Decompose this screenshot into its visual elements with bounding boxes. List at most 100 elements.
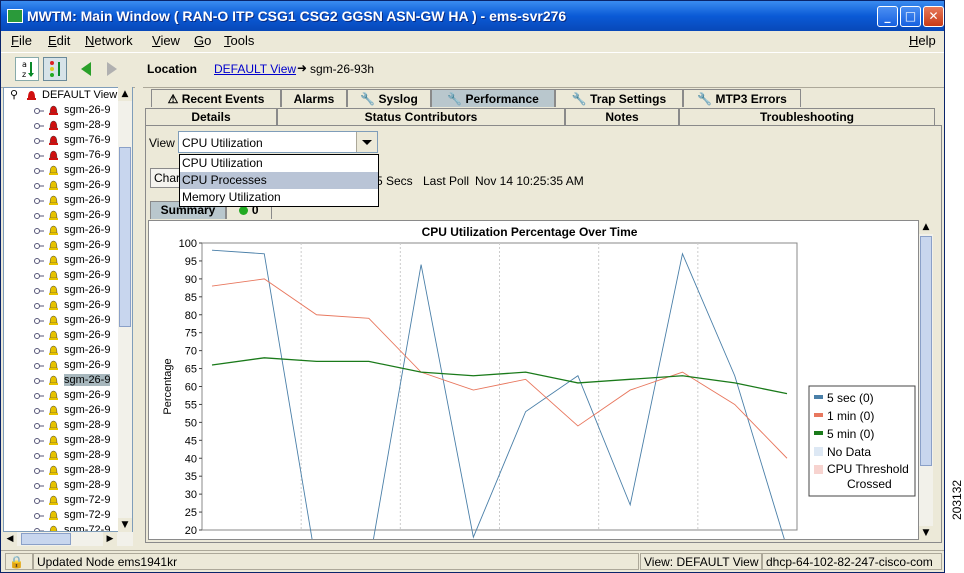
location-link[interactable]: DEFAULT View (214, 62, 296, 76)
tree-item[interactable]: sgm-26-9 (4, 343, 124, 358)
y-tick-label: 80 (185, 310, 197, 322)
tree-item[interactable]: sgm-26-9 (4, 328, 124, 343)
tab-trap-settings[interactable]: 🔧 Trap Settings (555, 89, 683, 107)
option-memory-utilization[interactable]: Memory Utilization (180, 189, 378, 206)
tree-item[interactable]: sgm-26-9 (4, 238, 124, 253)
menu-go[interactable]: Go (194, 33, 211, 48)
tree-item[interactable]: sgm-28-9 (4, 118, 124, 133)
tab-mtp3-errors[interactable]: 🔧 MTP3 Errors (683, 89, 801, 107)
tree-item[interactable]: sgm-72-9 (4, 508, 124, 523)
expand-icon[interactable]: ⚲ (10, 88, 18, 101)
node-connector-icon (34, 391, 44, 399)
node-tree[interactable]: ⚲ DEFAULT View sgm-26-9 sgm-28-9 sgm-76-9 s… (3, 87, 133, 532)
tree-item[interactable]: sgm-26-9 (4, 163, 124, 178)
chart-vertical-scrollbar[interactable]: ▲ ▼ (919, 220, 933, 540)
tree-item[interactable]: sgm-26-9 (4, 103, 124, 118)
tree-item[interactable]: sgm-28-9 (4, 463, 124, 478)
tab-syslog[interactable]: 🔧 Syslog (347, 89, 431, 107)
tab-recent-events[interactable]: ⚠ Recent Events (151, 89, 281, 107)
tree-item[interactable]: sgm-26-9 (4, 403, 124, 418)
tab-notes[interactable]: Notes (565, 108, 679, 125)
tree-item-label: sgm-26-9 (64, 224, 111, 236)
menu-edit[interactable]: Edit (48, 33, 70, 48)
y-tick-label: 55 (185, 399, 197, 411)
tree-item[interactable]: sgm-26-9 (4, 208, 124, 223)
tree-root[interactable]: ⚲ DEFAULT View (4, 88, 124, 103)
legend-swatch (814, 447, 823, 456)
pane-splitter[interactable] (135, 87, 143, 547)
status-bar: 🔒 Updated Node ems1941kr View: DEFAULT V… (1, 550, 944, 572)
tree-item-label: sgm-26-9 (64, 284, 111, 296)
scroll-up-icon[interactable]: ▲ (118, 87, 132, 101)
menu-help[interactable]: Help (909, 33, 936, 48)
yellow-alarm-bell-icon (48, 389, 59, 401)
tree-item[interactable]: sgm-28-9 (4, 448, 124, 463)
tab-details[interactable]: Details (145, 108, 277, 125)
tree-item[interactable]: sgm-72-9 (4, 493, 124, 508)
node-connector-icon (34, 286, 44, 294)
node-connector-icon (34, 211, 44, 219)
tree-item[interactable]: sgm-76-9 (4, 148, 124, 163)
tab-status-contributors[interactable]: Status Contributors (277, 108, 565, 125)
tree-item[interactable]: sgm-26-9 (4, 298, 124, 313)
maximize-button[interactable]: □ (900, 6, 921, 27)
tree-item[interactable]: sgm-26-9 (4, 268, 124, 283)
tree-scroll-thumb[interactable] (119, 147, 131, 327)
tree-item[interactable]: sgm-26-9 (4, 373, 124, 388)
view-select[interactable]: CPU Utilization (178, 131, 378, 153)
tree-item[interactable]: sgm-76-9 (4, 133, 124, 148)
back-icon[interactable] (75, 57, 99, 81)
node-connector-icon (34, 496, 44, 504)
sort-alpha-icon[interactable]: az (15, 57, 39, 81)
yellow-alarm-bell-icon (48, 194, 59, 206)
tree-item-label: sgm-72-9 (64, 494, 111, 506)
menu-view[interactable]: View (152, 33, 180, 48)
tree-item[interactable]: sgm-26-9 (4, 283, 124, 298)
close-button[interactable]: ✕ (923, 6, 944, 27)
chart-scroll-thumb[interactable] (920, 236, 932, 466)
tree-horizontal-scrollbar[interactable]: ◀ ▶ (3, 532, 133, 546)
chart-scroll-down-icon[interactable]: ▼ (919, 526, 933, 540)
node-connector-icon (34, 406, 44, 414)
tree-item[interactable]: sgm-26-9 (4, 253, 124, 268)
scroll-down-icon[interactable]: ▼ (118, 518, 132, 532)
yellow-alarm-bell-icon (48, 209, 59, 221)
menu-bar: File Edit Network View Go Tools Help (1, 31, 944, 51)
sort-severity-icon[interactable] (43, 57, 67, 81)
yellow-alarm-bell-icon (48, 254, 59, 266)
option-cpu-utilization[interactable]: CPU Utilization (180, 155, 378, 172)
chevron-down-icon[interactable] (356, 132, 377, 152)
menu-tools[interactable]: Tools (224, 33, 254, 48)
legend-swatch (814, 431, 823, 435)
menu-network[interactable]: Network (85, 33, 133, 48)
node-connector-icon (34, 226, 44, 234)
tree-item[interactable]: sgm-26-9 (4, 193, 124, 208)
tree-item[interactable]: sgm-28-9 (4, 418, 124, 433)
tree-item[interactable]: sgm-72-9 (4, 523, 124, 531)
tree-item[interactable]: sgm-26-9 (4, 223, 124, 238)
node-connector-icon (34, 106, 44, 114)
tab-performance[interactable]: 🔧 Performance (431, 89, 555, 107)
menu-file[interactable]: File (11, 33, 32, 48)
tree-item[interactable]: sgm-28-9 (4, 433, 124, 448)
node-connector-icon (34, 436, 44, 444)
tree-hscroll-thumb[interactable] (21, 533, 71, 545)
scroll-left-icon[interactable]: ◀ (3, 532, 17, 546)
tree-item[interactable]: sgm-28-9 (4, 478, 124, 493)
minimize-button[interactable]: _ (877, 6, 898, 27)
node-connector-icon (34, 376, 44, 384)
tree-item-label: sgm-26-9 (64, 359, 111, 371)
scroll-right-icon[interactable]: ▶ (103, 532, 117, 546)
tab-troubleshooting[interactable]: Troubleshooting (679, 108, 935, 125)
tree-item[interactable]: sgm-26-9 (4, 313, 124, 328)
yellow-alarm-bell-icon (48, 434, 59, 446)
tree-item[interactable]: sgm-26-9 (4, 358, 124, 373)
tree-item[interactable]: sgm-26-9 (4, 388, 124, 403)
chart-scroll-up-icon[interactable]: ▲ (919, 220, 933, 234)
forward-icon[interactable] (99, 57, 123, 81)
option-cpu-processes[interactable]: CPU Processes (180, 172, 378, 189)
tab-alarms[interactable]: Alarms (281, 89, 347, 107)
tree-vertical-scrollbar[interactable]: ▲ ▼ (118, 87, 132, 532)
tree-item[interactable]: sgm-26-9 (4, 178, 124, 193)
y-tick-label: 65 (185, 364, 197, 376)
